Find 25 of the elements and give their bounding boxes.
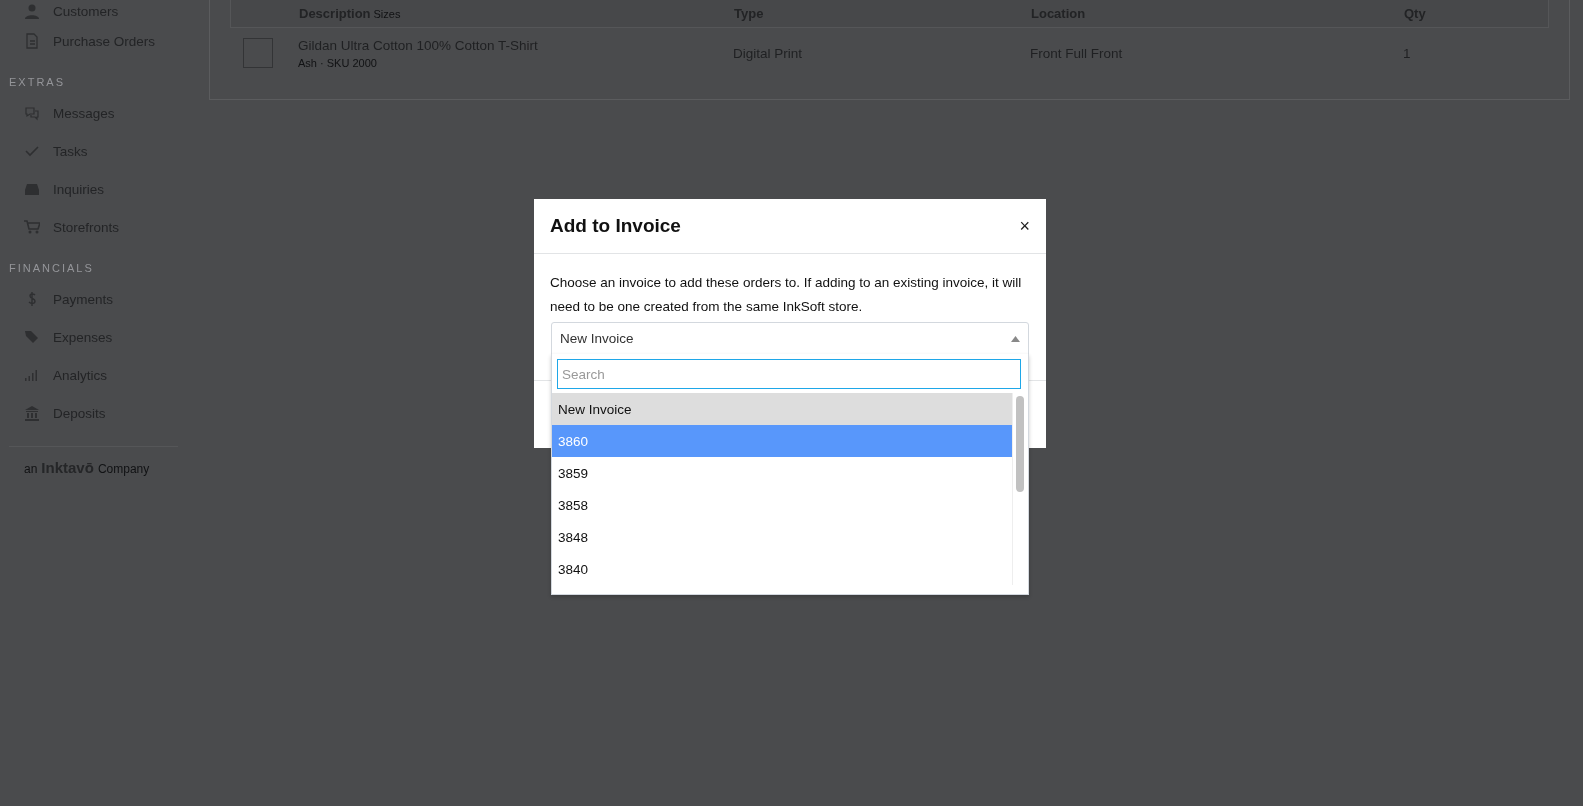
section-heading: FINANCIALS (8, 261, 95, 276)
nav-icon (24, 33, 40, 49)
nav-icon (24, 367, 40, 383)
caret-icon (1011, 335, 1020, 342)
nav-icon (24, 143, 40, 159)
nav-icon (24, 219, 40, 235)
dropdown-option[interactable]: 3848 (552, 521, 1012, 553)
close-button[interactable]: × (1015, 215, 1030, 237)
dropdown-option[interactable]: New Invoice (552, 393, 1012, 425)
nav-icon (24, 105, 40, 121)
dropdown-option[interactable]: 3859 (552, 457, 1012, 489)
modal-title: Add to Invoice (550, 215, 681, 237)
section-heading: EXTRAS (8, 75, 66, 90)
footer-text: an (24, 462, 38, 476)
nav-icon (24, 329, 40, 345)
nav-icon (24, 405, 40, 421)
dropdown-option[interactable]: 3860 (552, 425, 1012, 457)
dropdown-option[interactable]: 3858 (552, 489, 1012, 521)
invoice-select[interactable]: New Invoice (551, 322, 1029, 355)
modal-message: Choose an invoice to add these orders to. If adding to an existing invoice, it will need to be one created from the same InkSoft store. (549, 274, 1023, 316)
footer-text: Company (97, 462, 150, 476)
search-field[interactable]: Search (557, 359, 1021, 389)
dropdown-option[interactable]: 3840 (552, 553, 1012, 585)
nav-icon (24, 3, 40, 19)
nav-icon (24, 181, 40, 197)
